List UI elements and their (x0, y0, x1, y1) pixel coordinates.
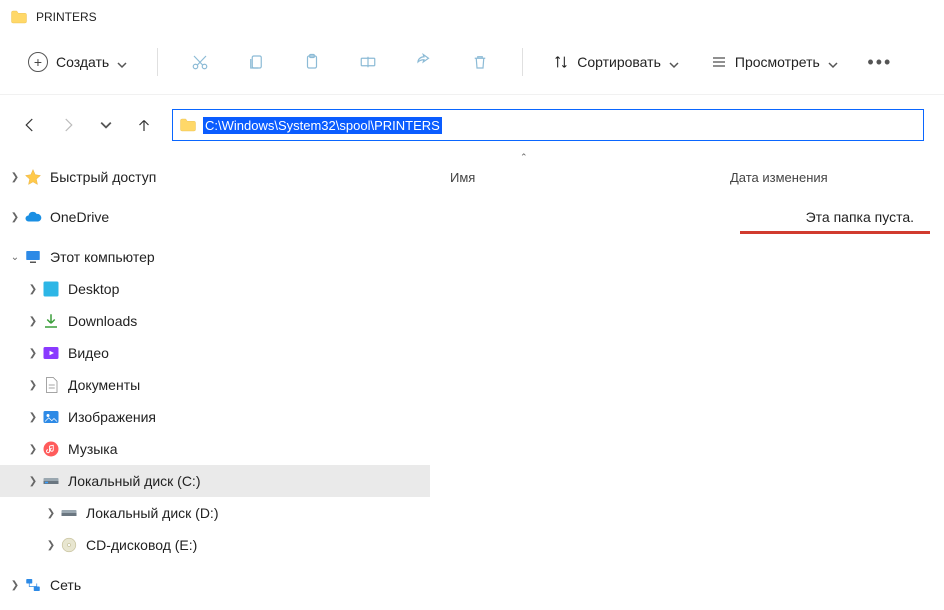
paste-button[interactable] (292, 44, 332, 80)
star-icon (24, 168, 42, 186)
tree-item-cd-drive[interactable]: ❯ CD-дисковод (E:) (0, 529, 430, 561)
tree-label: OneDrive (50, 209, 109, 225)
column-header-label: Дата изменения (730, 170, 828, 185)
chevron-right-icon: ❯ (26, 314, 40, 328)
sort-button[interactable]: Сортировать (545, 50, 687, 74)
separator (157, 48, 158, 76)
up-button[interactable] (134, 115, 154, 135)
nav-tree: ❯ Быстрый доступ ❯ OneDrive ⌄ Этот компь… (0, 155, 430, 610)
content-pane: ⌃ Имя Дата изменения Эта папка пуста. (430, 155, 944, 610)
computer-icon (24, 248, 42, 266)
sort-button-label: Сортировать (577, 54, 661, 70)
separator (522, 48, 523, 76)
more-icon: ••• (867, 52, 892, 73)
tree-item-documents[interactable]: ❯ Документы (0, 369, 430, 401)
tree-label: Изображения (68, 409, 156, 425)
chevron-right-icon: ❯ (44, 506, 58, 520)
pictures-icon (42, 408, 60, 426)
network-icon (24, 576, 42, 594)
tree-label: Локальный диск (C:) (68, 473, 201, 489)
annotation-underline (740, 231, 930, 234)
tree-label: CD-дисковод (E:) (86, 537, 197, 553)
body: ❯ Быстрый доступ ❯ OneDrive ⌄ Этот компь… (0, 155, 944, 610)
tree-label: Этот компьютер (50, 249, 155, 265)
drive-icon (42, 472, 60, 490)
new-button[interactable]: + Создать (20, 48, 135, 76)
forward-button[interactable] (58, 115, 78, 135)
chevron-down-icon (117, 57, 127, 67)
rename-button[interactable] (348, 44, 388, 80)
chevron-right-icon: ❯ (26, 378, 40, 392)
video-icon (42, 344, 60, 362)
tree-item-quick-access[interactable]: ❯ Быстрый доступ (0, 161, 430, 193)
tree-label: Downloads (68, 313, 137, 329)
view-button-label: Просмотреть (735, 54, 820, 70)
tree-label: Desktop (68, 281, 119, 297)
tree-item-drive-d[interactable]: ❯ Локальный диск (D:) (0, 497, 430, 529)
cloud-icon (24, 208, 42, 226)
view-button[interactable]: Просмотреть (703, 50, 846, 74)
more-button[interactable]: ••• (862, 44, 898, 80)
tree-item-onedrive[interactable]: ❯ OneDrive (0, 201, 430, 233)
tree-item-music[interactable]: ❯ Музыка (0, 433, 430, 465)
chevron-right-icon: ❯ (44, 538, 58, 552)
empty-folder-message: Эта папка пуста. (430, 193, 944, 231)
column-header-date[interactable]: Дата изменения (710, 170, 828, 185)
download-icon (42, 312, 60, 330)
tree-label: Музыка (68, 441, 118, 457)
tree-label: Видео (68, 345, 109, 361)
column-header-name[interactable]: Имя (430, 170, 710, 185)
music-icon (42, 440, 60, 458)
tree-item-video[interactable]: ❯ Видео (0, 337, 430, 369)
chevron-right-icon: ❯ (8, 170, 22, 184)
chevron-right-icon: ❯ (26, 442, 40, 456)
column-header-row: Имя Дата изменения (430, 161, 944, 193)
address-path: C:\Windows\System32\spool\PRINTERS (203, 117, 442, 134)
delete-button[interactable] (460, 44, 500, 80)
chevron-down-icon (669, 57, 679, 67)
recent-button[interactable] (96, 115, 116, 135)
drive-icon (60, 504, 78, 522)
chevron-right-icon: ❯ (26, 410, 40, 424)
share-button[interactable] (404, 44, 444, 80)
tree-item-drive-c[interactable]: ❯ Локальный диск (C:) (0, 465, 430, 497)
folder-icon (179, 116, 197, 134)
tree-item-this-pc[interactable]: ⌄ Этот компьютер (0, 241, 430, 273)
copy-button[interactable] (236, 44, 276, 80)
tree-label: Сеть (50, 577, 81, 593)
tree-item-desktop[interactable]: ❯ Desktop (0, 273, 430, 305)
chevron-right-icon: ❯ (8, 578, 22, 592)
titlebar: PRINTERS (0, 0, 944, 34)
new-button-label: Создать (56, 54, 109, 70)
tree-label: Документы (68, 377, 140, 393)
sort-icon (553, 54, 569, 70)
toolbar: + Создать Сортировать Просмотреть ••• (0, 34, 944, 94)
chevron-right-icon: ❯ (8, 210, 22, 224)
disc-icon (60, 536, 78, 554)
tree-label: Быстрый доступ (50, 169, 156, 185)
chevron-right-icon: ❯ (26, 346, 40, 360)
address-bar[interactable]: C:\Windows\System32\spool\PRINTERS (172, 109, 924, 141)
window-title: PRINTERS (36, 10, 97, 24)
folder-icon (10, 8, 28, 26)
document-icon (42, 376, 60, 394)
view-icon (711, 54, 727, 70)
plus-icon: + (28, 52, 48, 72)
tree-item-pictures[interactable]: ❯ Изображения (0, 401, 430, 433)
chevron-down-icon: ⌄ (8, 250, 22, 264)
tree-label: Локальный диск (D:) (86, 505, 219, 521)
chevron-down-icon (828, 57, 838, 67)
chevron-right-icon: ❯ (26, 474, 40, 488)
cut-button[interactable] (180, 44, 220, 80)
desktop-icon (42, 280, 60, 298)
tree-item-network[interactable]: ❯ Сеть (0, 569, 430, 601)
back-button[interactable] (20, 115, 40, 135)
tree-item-downloads[interactable]: ❯ Downloads (0, 305, 430, 337)
sort-indicator-icon: ⌃ (520, 152, 528, 162)
column-header-label: Имя (450, 170, 475, 185)
chevron-right-icon: ❯ (26, 282, 40, 296)
navrow: C:\Windows\System32\spool\PRINTERS (0, 95, 944, 155)
